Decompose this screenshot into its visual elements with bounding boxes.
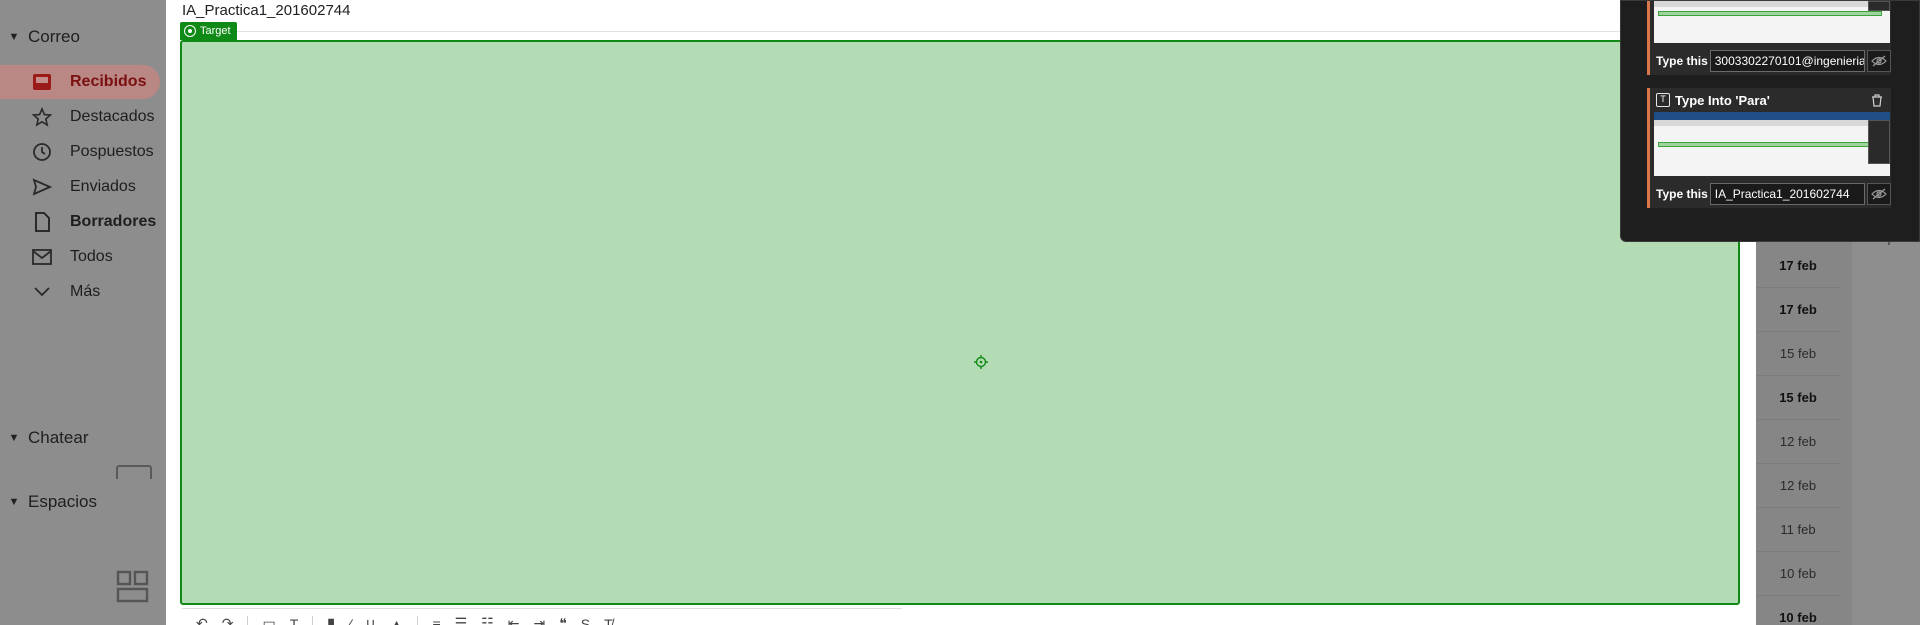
star-icon [28,106,56,128]
type-this-label: Type this [1656,54,1708,68]
typed-value-field[interactable]: IA_Practica1_201602744 [1709,183,1866,205]
step-screenshot-thumbnail [1654,112,1890,176]
list-item-date[interactable]: 10 feb [1756,552,1840,596]
sidebar-item-label: Enviados [70,178,136,195]
divider [417,615,419,625]
sidebar-item-all-mail[interactable]: Todos [0,240,166,274]
quote-icon[interactable]: ❝ [559,615,567,625]
step-screenshot-thumbnail [1654,1,1890,43]
sidebar-item-label: Recibidos [70,73,147,90]
divider [312,615,314,625]
list-item-date[interactable]: 12 feb [1756,420,1840,464]
target-icon [184,25,196,37]
type-into-icon: T [1656,93,1670,107]
format-toolbar: ↶ ↷ ▭ T ▮ ∕ ∪ ▲ ≡ ☰ ☷ ⇤ ⇥ ❝ S T̸ [182,608,902,625]
text-size-icon[interactable]: T [290,616,299,625]
list-item-date[interactable]: 15 feb [1756,332,1840,376]
undo-icon[interactable]: ↶ [196,615,208,625]
step-card-header: T Type Into 'Para' [1650,88,1891,112]
draft-icon [28,211,56,233]
numbered-list-icon[interactable]: ☰ [455,615,468,625]
clear-format-icon[interactable]: T̸ [604,616,613,625]
sidebar-item-drafts[interactable]: Borradores [0,205,166,239]
text-color-icon[interactable]: ▲ [390,616,404,625]
caret-down-icon: ▼ [8,496,20,508]
indent-more-icon[interactable]: ⇥ [533,615,545,625]
sidebar: ▼ Correo Recibidos Destacados Pospuestos… [0,0,166,625]
sidebar-item-label: Más [70,283,101,300]
step-title: Type Into 'Para' [1675,92,1770,108]
step-type-row: Type this IA_Practica1_201602744 [1650,180,1891,208]
caret-down-icon: ▼ [8,31,20,43]
sidebar-item-inbox[interactable]: Recibidos [0,65,160,99]
target-highlight-body[interactable] [180,40,1740,605]
send-icon [28,176,56,198]
sidebar-item-more[interactable]: Más [0,275,166,309]
section-chat-label: Chatear [28,428,89,447]
step-card[interactable]: T Type Into 'Para' Type this IA_Practica… [1647,88,1891,208]
recorder-panel: Type this 3003302270101@ingenieria T Typ… [1620,0,1920,242]
font-select-icon[interactable]: ▭ [262,615,275,625]
section-chat[interactable]: ▼ Chatear [0,423,89,453]
step-type-row: Type this 3003302270101@ingenieria [1650,47,1891,75]
strikethrough-icon[interactable]: S [581,616,590,625]
italic-icon[interactable]: ∕ [349,616,351,625]
chevron-down-icon [28,281,56,303]
step-card[interactable]: Type this 3003302270101@ingenieria [1647,1,1891,75]
bold-icon[interactable]: ▮ [327,615,335,625]
spaces-grid-icon [116,570,149,603]
sidebar-item-label: Destacados [70,108,155,125]
eye-off-icon[interactable] [1867,183,1891,205]
chat-placeholder-icon [116,465,152,479]
sidebar-item-label: Todos [70,248,113,265]
section-mail[interactable]: ▼ Correo [0,22,80,52]
target-tag: Target [180,22,237,40]
sidebar-item-label: Pospuestos [70,143,154,160]
crosshair-icon [974,355,988,369]
type-this-label: Type this [1656,187,1708,201]
list-item-date[interactable]: 10 feb [1756,596,1840,625]
list-item-date[interactable]: 17 feb [1756,288,1840,332]
list-item-date[interactable]: 15 feb [1756,376,1840,420]
sidebar-item-snoozed[interactable]: Pospuestos [0,135,166,169]
sidebar-item-label: Borradores [70,213,157,230]
compose-subject[interactable]: IA_Practica1_201602744 [182,2,350,19]
align-icon[interactable]: ≡ [432,616,440,625]
divider [247,615,249,625]
list-item-date[interactable]: 17 feb [1756,244,1840,288]
mail-icon [28,246,56,268]
caret-down-icon: ▼ [8,432,20,444]
inbox-icon [28,71,56,93]
sidebar-item-sent[interactable]: Enviados [0,170,166,204]
bulleted-list-icon[interactable]: ☷ [481,615,494,625]
redo-icon[interactable]: ↷ [222,615,234,625]
section-mail-label: Correo [28,27,80,46]
indent-less-icon[interactable]: ⇤ [508,615,520,625]
list-item-date[interactable]: 11 feb [1756,508,1840,552]
compose-window: IA_Practica1_201602744 Target ↶ ↷ ▭ T ▮ … [166,0,1756,625]
eye-off-icon[interactable] [1867,50,1891,72]
section-spaces[interactable]: ▼ Espacios [0,487,97,517]
underline-icon[interactable]: ∪ [365,615,375,625]
divider [180,31,1742,32]
trash-icon[interactable] [1871,93,1883,107]
sidebar-item-starred[interactable]: Destacados [0,100,166,134]
clock-icon [28,141,56,163]
list-item-date[interactable]: 12 feb [1756,464,1840,508]
typed-value-field[interactable]: 3003302270101@ingenieria [1709,50,1866,72]
target-tag-label: Target [200,25,231,37]
section-spaces-label: Espacios [28,492,97,511]
